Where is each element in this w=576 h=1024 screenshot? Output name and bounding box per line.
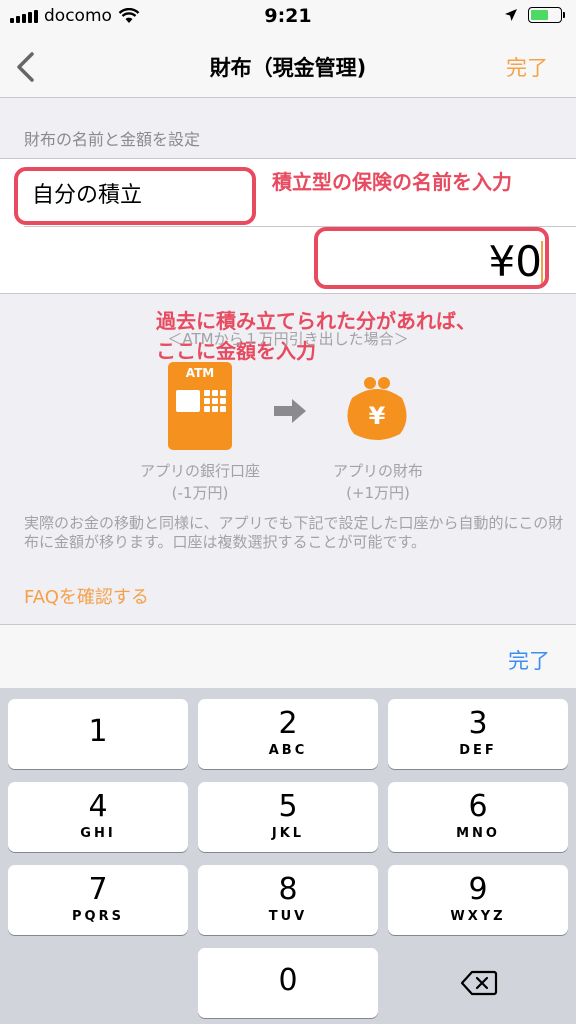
key-4[interactable]: 4 GHI [8,782,188,852]
key-letters: ABC [268,743,308,758]
key-2[interactable]: 2 ABC [198,699,378,769]
page-title: 財布（現金管理) [209,56,367,80]
key-letters: GHI [80,826,116,841]
backspace-icon [460,970,498,996]
key-letters: TUV [268,909,308,924]
done-button[interactable]: 完了 [506,52,548,82]
key-9[interactable]: 9 WXYZ [388,865,568,935]
status-bar: docomo 9:21 [0,0,576,36]
key-3[interactable]: 3 DEF [388,699,568,769]
key-number: 8 [278,872,298,907]
key-number: 7 [88,872,108,907]
section-header: 財布の名前と金額を設定 [24,130,201,149]
wallet-caption: アプリの財布 (+1万円) [288,460,468,504]
faq-link[interactable]: FAQを確認する [24,583,149,609]
key-letters: DEF [459,743,497,758]
amount-highlight-box [314,227,549,289]
explanation-header: ＜ATMから１万円引き出した場合＞ [167,330,409,348]
key-number: 0 [278,963,298,998]
key-0[interactable]: 0 [198,948,378,1018]
keyboard-done-button[interactable]: 完了 [508,645,550,675]
keyboard-toolbar: 完了 [0,624,576,688]
battery-icon [528,7,565,23]
key-letters: WXYZ [450,909,506,924]
key-number: 4 [88,789,108,824]
wallet-caption-label: アプリの財布 [332,462,423,480]
key-number: 3 [468,706,488,741]
key-7[interactable]: 7 PQRS [8,865,188,935]
name-annotation: 積立型の保険の名前を入力 [272,170,512,194]
key-number: 6 [468,789,488,824]
key-5[interactable]: 5 JKL [198,782,378,852]
arrow-right-icon [274,399,306,423]
status-time: 9:21 [264,5,312,27]
location-icon [505,9,517,21]
nav-bar: 財布（現金管理) 完了 [0,36,576,98]
status-right [504,7,565,23]
wallet-symbol: ¥ [369,402,386,430]
key-number: 9 [468,872,488,907]
bank-caption: アプリの銀行口座 (-1万円) [110,460,290,504]
key-6[interactable]: 6 MNO [388,782,568,852]
key-letters: PQRS [72,909,124,924]
delete-key[interactable] [388,948,568,1018]
atm-icon: ATM [168,362,232,450]
key-1[interactable]: 1 [8,699,188,769]
bank-caption-amount: (-1万円) [171,484,229,502]
atm-label: ATM [185,366,215,380]
key-number: 2 [278,706,298,741]
wallet-icon: ¥ [347,377,407,440]
key-number: 5 [278,789,298,824]
bank-caption-label: アプリの銀行口座 [139,462,260,480]
wallet-caption-amount: (+1万円) [346,484,410,502]
key-number: 1 [88,714,108,749]
key-letters: MNO [456,826,500,841]
key-letters: JKL [271,826,305,841]
name-highlight-box [14,167,256,225]
key-8[interactable]: 8 TUV [198,865,378,935]
description-text: 実際のお金の移動と同様に、アプリでも下記で設定した口座から自動的にこの財布に金額… [24,514,564,551]
